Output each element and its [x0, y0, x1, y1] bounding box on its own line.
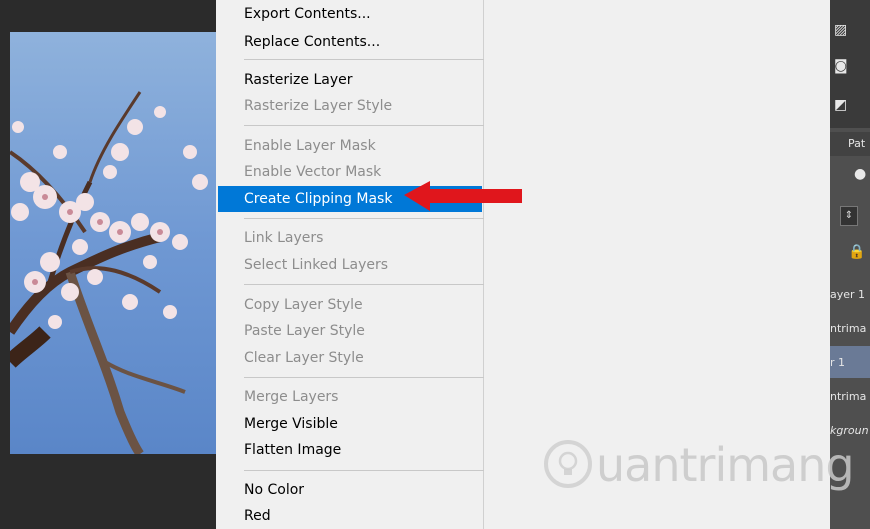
menu-item-merge-layers: Merge Layers [244, 389, 339, 405]
tab-paths[interactable]: Pat [848, 137, 865, 150]
layer-row[interactable]: ntrima [830, 322, 866, 335]
menu-item-rasterize-layer-style: Rasterize Layer Style [244, 98, 393, 114]
menu-item-paste-layer-style: Paste Layer Style [244, 323, 365, 339]
menu-item-enable-layer-mask: Enable Layer Mask [244, 138, 376, 154]
red-arrow-icon [404, 181, 522, 211]
brush-icon[interactable]: ● [854, 166, 870, 182]
camera-icon[interactable]: ◙ [834, 58, 852, 74]
menu-item-copy-layer-style: Copy Layer Style [244, 297, 363, 313]
layer-row[interactable]: ayer 1 [830, 288, 865, 301]
menu-item-rasterize-layer[interactable]: Rasterize Layer [218, 67, 482, 93]
lightbulb-icon [544, 440, 592, 488]
menu-separator [244, 125, 496, 126]
menu-item-merge-visible[interactable]: Merge Visible [218, 411, 482, 437]
menu-item-clear-layer-style: Clear Layer Style [244, 350, 364, 366]
canvas-photo [10, 32, 216, 454]
levels-icon[interactable]: ◩ [834, 97, 852, 113]
watermark-text: uantrimang [596, 438, 855, 492]
menu-item-flatten-image[interactable]: Flatten Image [218, 437, 482, 463]
watermark: uantrimang [540, 436, 855, 496]
menu-separator [244, 470, 496, 471]
menu-separator [244, 59, 496, 60]
stepper-icon[interactable]: ⇕ [840, 206, 858, 226]
layer-row[interactable]: ntrima [830, 390, 866, 403]
lock-icon[interactable]: 🔒 [848, 244, 866, 260]
adjustments-icon[interactable]: ▨ [834, 22, 852, 38]
context-menu: Export Contents... Replace Contents... R… [216, 0, 496, 529]
layer-row-selected[interactable]: r 1 [830, 356, 845, 369]
menu-item-link-layers: Link Layers [244, 230, 324, 246]
menu-item-export-contents[interactable]: Export Contents... [218, 1, 482, 27]
menu-separator [244, 377, 496, 378]
menu-item-select-linked-layers: Select Linked Layers [244, 257, 389, 273]
menu-item-no-color[interactable]: No Color [218, 477, 482, 503]
menu-item-replace-contents[interactable]: Replace Contents... [218, 29, 482, 55]
menu-item-red[interactable]: Red [218, 503, 482, 529]
menu-separator [244, 284, 496, 285]
